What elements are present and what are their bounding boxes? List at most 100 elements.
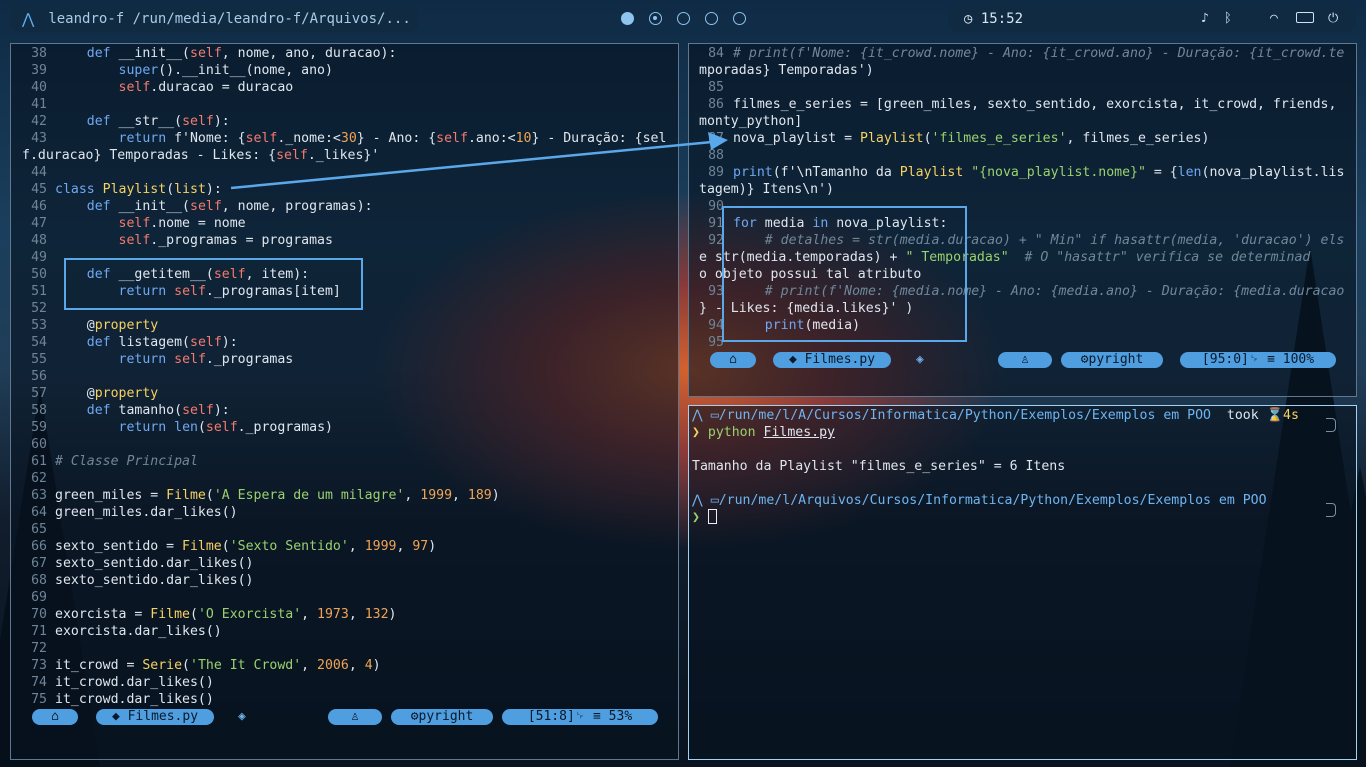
bluetooth-icon[interactable]: ᛒ: [1224, 11, 1232, 26]
folder-icon: ▭: [710, 493, 719, 508]
line-number: 88: [708, 148, 724, 163]
linux-icon: ♙: [328, 709, 382, 725]
git-icon: ◈: [238, 709, 246, 724]
prompt-chevron-icon: ❯: [692, 510, 700, 525]
right-prompt-marker: [1326, 418, 1336, 432]
line-number: 43: [31, 131, 47, 146]
arch-logo-icon[interactable]: ⋀: [22, 10, 34, 28]
code-line[interactable]: sexto_sentido.dar_likes(): [55, 555, 254, 572]
code-line[interactable]: exorcista.dar_likes(): [55, 623, 222, 640]
code-line[interactable]: # print(f'Nome: {it_crowd.nome} - Ano: {…: [733, 45, 1344, 62]
line-number: 40: [31, 80, 47, 95]
line-number: 95: [708, 335, 724, 350]
code-line[interactable]: green_miles.dar_likes(): [55, 504, 238, 521]
code-line[interactable]: filmes_e_series = [green_miles, sexto_se…: [733, 96, 1336, 113]
code-line[interactable]: @property: [55, 385, 158, 402]
line-number: 58: [31, 403, 47, 418]
gear-icon: ⚙: [1080, 352, 1089, 367]
line-number: 57: [31, 386, 47, 401]
code-line[interactable]: def __str__(self):: [55, 113, 230, 130]
line-number: 52: [31, 301, 47, 316]
code-line[interactable]: @property: [55, 317, 158, 334]
home-icon[interactable]: ⌂: [32, 709, 78, 725]
line-number: 50: [31, 267, 47, 282]
code-line[interactable]: def tamanho(self):: [55, 402, 230, 419]
line-number: 64: [31, 505, 47, 520]
code-line[interactable]: mporadas} Temporadas'): [699, 62, 874, 79]
code-line[interactable]: monty_python]: [699, 113, 802, 130]
code-line[interactable]: f.duracao} Temporadas - Likes: {self._li…: [22, 147, 379, 164]
code-line[interactable]: nova_playlist = Playlist('filmes_e_serie…: [733, 130, 1209, 147]
code-line[interactable]: return len(self._programas): [55, 419, 333, 436]
code-line[interactable]: return f'Nome: {self._nome:<30} - Ano: {…: [55, 130, 667, 147]
line-number: 44: [31, 165, 47, 180]
home-icon[interactable]: ⌂: [710, 352, 756, 368]
terminal-input[interactable]: ❯: [692, 509, 717, 526]
code-line[interactable]: tagem)} Itens\n'): [699, 181, 834, 198]
statusline-file[interactable]: ◆ Filmes.py: [773, 352, 891, 368]
terminal-output: Tamanho da Playlist "filmes_e_series" = …: [692, 459, 1066, 474]
code-line[interactable]: print(f'\nTamanho da Playlist "{nova_pla…: [733, 164, 1344, 181]
code-line[interactable]: class Playlist(list):: [55, 181, 222, 198]
statusline-file[interactable]: ◆ Filmes.py: [96, 709, 214, 725]
workspace-2[interactable]: [649, 12, 662, 25]
highlight-box-getitem: [64, 258, 363, 310]
status-pill: ◷ 15:52: [948, 6, 1356, 32]
line-number: 55: [31, 352, 47, 367]
line-number: 73: [31, 658, 47, 673]
line-number: 94: [708, 318, 724, 333]
terminal-prompt-2: ⋀ ▭/run/me/l/Arquivos/Cursos/Informatica…: [692, 493, 1267, 508]
code-line[interactable]: sexto_sentido.dar_likes(): [55, 572, 254, 589]
code-line[interactable]: it_crowd.dar_likes(): [55, 691, 214, 708]
gear-icon: ⚙: [410, 709, 419, 724]
line-number: 72: [31, 641, 47, 656]
line-number: 92: [708, 233, 724, 248]
code-line[interactable]: it_crowd.dar_likes(): [55, 674, 214, 691]
clock-icon: ◷: [964, 11, 973, 27]
code-line[interactable]: green_miles = Filme('A Espera de um mila…: [55, 487, 500, 504]
code-line[interactable]: def listagem(self):: [55, 334, 238, 351]
code-line[interactable]: self._programas = programas: [55, 232, 333, 249]
wifi-icon[interactable]: ◠: [1270, 11, 1278, 26]
statusline-lsp[interactable]: ⚙pyright: [1061, 352, 1163, 368]
statusline-lsp[interactable]: ⚙pyright: [391, 709, 493, 725]
window-title-pill: ⋀ leandro-f /run/media/leandro-f/Arquivo…: [10, 6, 418, 32]
line-number: 41: [31, 97, 47, 112]
battery-icon[interactable]: [1296, 12, 1314, 23]
arch-logo-icon: ⋀: [692, 408, 703, 423]
line-number: 87: [708, 131, 724, 146]
code-line[interactable]: def __init__(self, nome, ano, duracao):: [55, 45, 397, 62]
workspace-3[interactable]: [677, 12, 690, 25]
code-line[interactable]: return self._programas: [55, 351, 294, 368]
terminal-command: ❯ python Filmes.py: [692, 425, 835, 440]
code-line[interactable]: sexto_sentido = Filme('Sexto Sentido', 1…: [55, 538, 436, 555]
line-number: 54: [31, 335, 47, 350]
line-number: 59: [31, 420, 47, 435]
python-icon: ◆: [788, 352, 797, 367]
line-number: 47: [31, 216, 47, 231]
workspace-5[interactable]: [733, 12, 746, 25]
terminal-prompt-1: ⋀ ▭/run/me/l/A/Cursos/Informatica/Python…: [692, 408, 1299, 423]
line-number: 63: [31, 488, 47, 503]
line-number: 71: [31, 624, 47, 639]
line-number: 84: [708, 46, 724, 61]
code-line[interactable]: # Classe Principal: [55, 453, 198, 470]
terminal-cursor: [707, 509, 717, 524]
code-line[interactable]: self.duracao = duracao: [55, 79, 294, 96]
power-icon[interactable]: ⏻: [1328, 11, 1338, 26]
folder-icon: ▭: [710, 408, 719, 423]
line-number: 91: [708, 216, 724, 231]
arch-logo-icon: ⋀: [692, 493, 703, 508]
code-line[interactable]: it_crowd = Serie('The It Crowd', 2006, 4…: [55, 657, 381, 674]
code-line[interactable]: self.nome = nome: [55, 215, 246, 232]
line-number: 62: [31, 471, 47, 486]
media-icon[interactable]: ♪: [1201, 11, 1209, 26]
code-line[interactable]: def __init__(self, nome, programas):: [55, 198, 373, 215]
line-number: 74: [31, 675, 47, 690]
workspace-1[interactable]: [621, 12, 634, 25]
code-line[interactable]: super().__init__(nome, ano): [55, 62, 333, 79]
clock[interactable]: ◷ 15:52: [964, 11, 1023, 27]
workspace-4[interactable]: [705, 12, 718, 25]
highlight-box-for-loop: [722, 206, 967, 342]
code-line[interactable]: exorcista = Filme('O Exorcista', 1973, 1…: [55, 606, 396, 623]
